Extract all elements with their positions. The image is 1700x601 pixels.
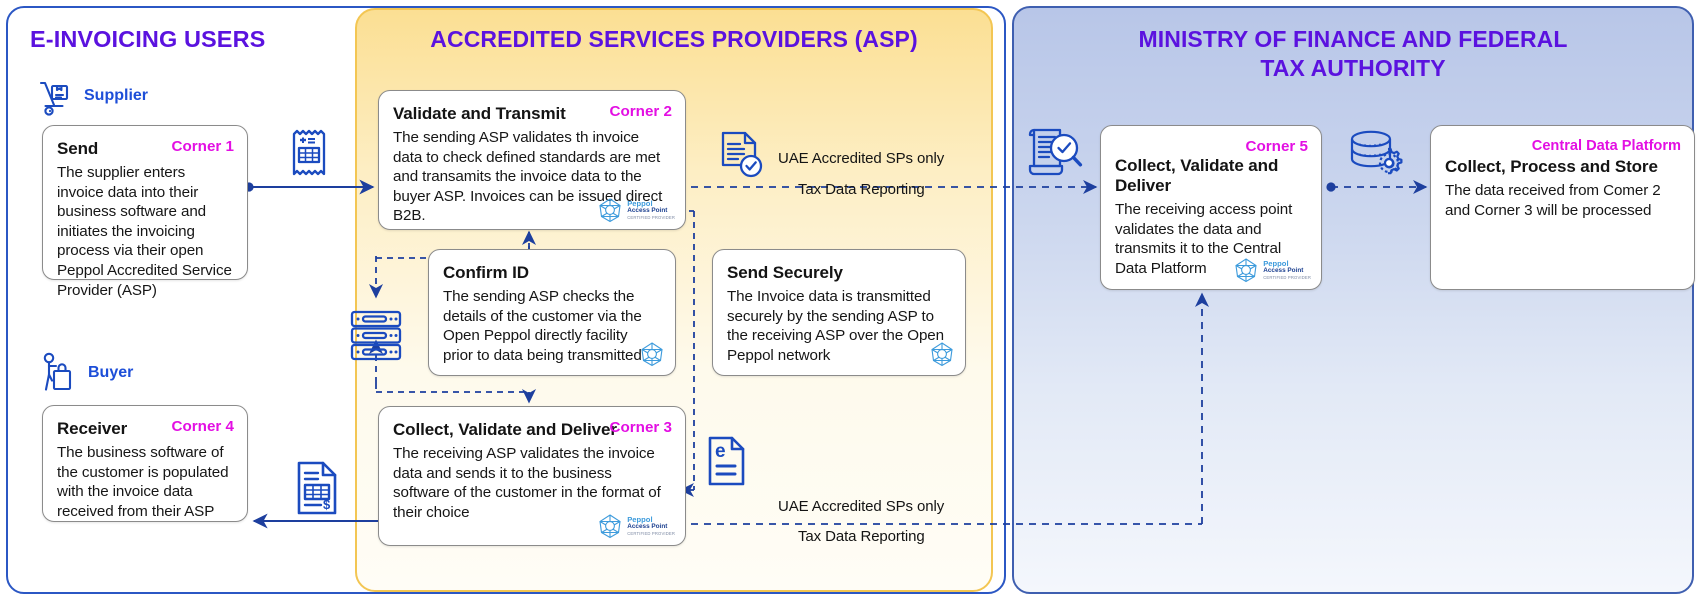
flow-label-top-tax: Tax Data Reporting xyxy=(798,181,925,198)
panel-title-ministry: MINISTRY OF FINANCE AND FEDERAL TAX AUTH… xyxy=(1030,25,1676,83)
flow-label-top-uae: UAE Accredited SPs only xyxy=(778,150,945,167)
database-gear-icon xyxy=(1348,130,1404,180)
card-title-confirm-id: Confirm ID xyxy=(443,263,529,282)
card-send-corner1[interactable]: Corner 1 Send The supplier enters invoic… xyxy=(42,125,248,299)
card-title-corner5: Collect, Validate and Deliver xyxy=(1115,156,1279,195)
card-confirm-id[interactable]: Confirm ID The sending ASP checks the de… xyxy=(428,249,676,376)
document-check-icon xyxy=(718,130,766,182)
card-body-send: The supplier enters invoice data into th… xyxy=(57,164,232,299)
shopper-icon xyxy=(40,352,74,392)
svg-text:$: $ xyxy=(323,497,331,512)
corner-tag-3: Corner 3 xyxy=(609,419,672,436)
scroll-magnifier-icon xyxy=(1028,126,1084,180)
peppol-access-point-logo: Peppol Access Point CERTIFIED PROVIDER xyxy=(597,513,675,539)
peppol-wordmark: Peppol Access Point CERTIFIED PROVIDER xyxy=(1263,260,1311,280)
corner-tag-1: Corner 1 xyxy=(171,138,234,155)
card-send-securely[interactable]: Send Securely The Invoice data is transm… xyxy=(712,249,966,376)
invoice-document-icon: $ xyxy=(295,461,339,515)
panel-ministry-of-finance xyxy=(1012,6,1694,594)
panel-title-ministry-line2: TAX AUTHORITY xyxy=(1260,55,1446,81)
receipt-dollar-icon xyxy=(288,128,330,180)
peppol-line1: Peppol xyxy=(627,514,653,524)
corner-tag-5: Corner 5 xyxy=(1245,138,1308,155)
peppol-line2: Access Point xyxy=(627,207,668,215)
peppol-access-point-logo: Peppol Access Point CERTIFIED PROVIDER xyxy=(597,197,675,223)
card-body-confirm-id: The sending ASP checks the details of th… xyxy=(443,288,642,364)
server-rack-icon xyxy=(350,310,402,361)
peppol-line1: Peppol xyxy=(627,198,653,208)
card-body-send-securely: The Invoice data is transmitted securely… xyxy=(727,288,944,364)
panel-title-asp: ACCREDITED SERVICES PROVIDERS (ASP) xyxy=(430,26,918,52)
peppol-access-point-logo: Peppol Access Point CERTIFIED PROVIDER xyxy=(1233,257,1311,283)
card-collect-validate-deliver-corner5[interactable]: Corner 5 Collect, Validate and Deliver T… xyxy=(1100,125,1322,290)
svg-text:e: e xyxy=(715,441,726,462)
peppol-line3: CERTIFIED PROVIDER xyxy=(1263,274,1311,280)
peppol-mark-icon xyxy=(597,513,623,539)
role-label-buyer: Buyer xyxy=(88,364,134,381)
role-label-supplier: Supplier xyxy=(84,87,149,104)
card-body-collect3: The receiving ASP validates the invoice … xyxy=(393,445,661,521)
corner-tag-4: Corner 4 xyxy=(171,418,234,435)
card-validate-and-transmit-corner2[interactable]: Corner 2 Validate and Transmit The sendi… xyxy=(378,90,686,230)
peppol-wordmark: Peppol Access Point CERTIFIED PROVIDER xyxy=(627,200,675,220)
peppol-wordmark: Peppol Access Point CERTIFIED PROVIDER xyxy=(627,516,675,536)
diagram-canvas: E-INVOICING USERS ACCREDITED SERVICES PR… xyxy=(0,0,1700,601)
card-collect-validate-deliver-corner3[interactable]: Corner 3 Collect, Validate and Deliver T… xyxy=(378,406,686,546)
card-body-receiver: The business software of the customer is… xyxy=(57,444,229,520)
peppol-mark-icon xyxy=(1233,257,1259,283)
peppol-line3: CERTIFIED PROVIDER xyxy=(627,530,675,536)
corner-tag-central-data-platform: Central Data Platform xyxy=(1531,138,1681,154)
flow-label-bottom-tax: Tax Data Reporting xyxy=(798,528,925,545)
card-body-cdp: The data received from Comer 2 and Corne… xyxy=(1445,182,1661,219)
peppol-line3: CERTIFIED PROVIDER xyxy=(627,214,675,220)
card-central-data-platform[interactable]: Central Data Platform Collect, Process a… xyxy=(1430,125,1695,290)
card-receiver-corner4[interactable]: Corner 4 Receiver The business software … xyxy=(42,405,248,522)
peppol-line1: Peppol xyxy=(1263,258,1289,268)
peppol-mark-icon xyxy=(597,197,623,223)
e-invoice-document-icon: e xyxy=(706,436,748,486)
card-title-cdp: Collect, Process and Store xyxy=(1445,157,1658,176)
peppol-line2: Access Point xyxy=(627,523,668,531)
corner-tag-2: Corner 2 xyxy=(609,103,672,120)
peppol-line2: Access Point xyxy=(1263,267,1304,275)
flow-label-bottom-uae: UAE Accredited SPs only xyxy=(778,498,945,515)
card-title-send-securely: Send Securely xyxy=(727,263,843,282)
panel-title-ministry-line1: MINISTRY OF FINANCE AND FEDERAL xyxy=(1138,26,1568,52)
hand-truck-icon xyxy=(38,80,76,116)
peppol-mark-icon xyxy=(929,341,955,367)
peppol-mark-icon xyxy=(639,341,665,367)
